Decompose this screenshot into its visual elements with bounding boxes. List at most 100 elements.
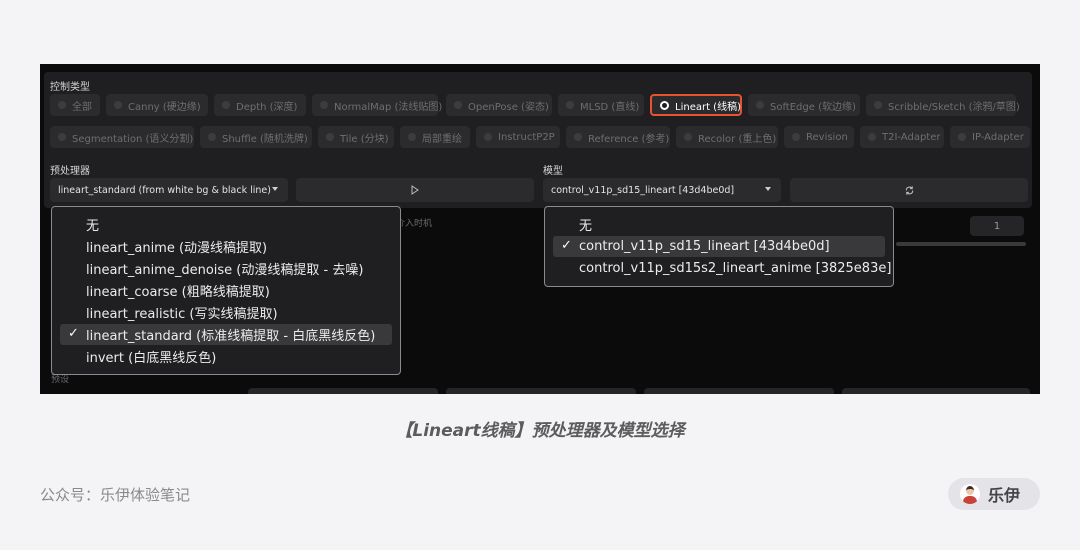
option-label: lineart_coarse (粗略线稿提取) [86,285,270,300]
preset-field[interactable] [248,388,438,394]
preprocessor-value: lineart_standard (from white bg & black … [58,184,271,196]
author-name: 乐伊 [988,486,1021,505]
radio-all[interactable]: 全部 [50,94,100,116]
radio-selected-dot-icon [660,100,669,110]
dropdown-option[interactable]: lineart_anime_denoise (动漫线稿提取 - 去噪) [60,258,392,279]
option-label: lineart_standard (标准线稿提取 - 白底黑线反色) [86,329,376,344]
radio-dot-icon [874,101,882,109]
radio-label: SoftEdge (软边缘) [770,101,856,113]
radio-dot-icon [566,101,574,109]
dropdown-option[interactable]: lineart_anime (动漫线稿提取) [60,236,392,257]
number-input[interactable]: 1 [970,216,1024,236]
radio-dot-icon [484,133,492,141]
run-preprocessor-button[interactable] [296,178,534,202]
radio-tile[interactable]: Tile (分块) [318,126,394,148]
radio-dot-icon [574,133,582,141]
play-triangle-icon [411,185,419,195]
radio-dot-icon [58,133,66,141]
dropdown-option[interactable]: 无 [553,214,885,235]
radio-label: NormalMap (法线贴图) [334,101,443,113]
radio-label: Segmentation (语义分割) [72,133,194,145]
radio-dot-icon [958,133,966,141]
radio-dot-icon [684,133,692,141]
preset-field[interactable] [842,388,1030,394]
preset-field[interactable] [644,388,834,394]
radio-canny[interactable]: Canny (硬边缘) [106,94,208,116]
option-label: invert (白底黑线反色) [86,351,217,366]
controlnet-screenshot: 控制类型 全部 Canny (硬边缘) Depth (深度) NormalMap… [40,64,1040,394]
control-type-label: 控制类型 [50,82,90,93]
radio-revision[interactable]: Revision [784,126,854,148]
dropdown-option[interactable]: invert (白底黑线反色) [60,346,392,367]
model-select[interactable]: control_v11p_sd15_lineart [43d4be0d] [543,178,781,202]
start-step-label: 介入时机 [396,219,433,229]
radio-label: MLSD (直线) [580,101,640,113]
dropdown-option[interactable]: control_v11p_sd15s2_lineart_anime [3825e… [553,258,891,279]
radio-dot-icon [868,133,876,141]
radio-dot-icon [326,133,334,141]
option-label: 无 [86,219,100,234]
radio-label: Tile (分块) [340,133,389,145]
radio-label: Recolor (重上色) [698,133,777,145]
preset-field[interactable] [446,388,636,394]
option-label: control_v11p_sd15_lineart [43d4be0d] [579,239,830,254]
radio-dot-icon [114,101,122,109]
figure-caption: 【Lineart线稿】预处理器及模型选择 [395,421,685,441]
option-label: lineart_anime_denoise (动漫线稿提取 - 去噪) [86,263,364,278]
radio-label: OpenPose (姿态) [468,101,549,113]
radio-label: 全部 [72,101,92,113]
radio-recolor[interactable]: Recolor (重上色) [676,126,778,148]
checkmark-icon: ✓ [68,326,79,341]
radio-label: 局部重绘 [422,133,462,145]
avatar [960,484,980,504]
radio-dot-icon [408,133,416,141]
radio-shuffle[interactable]: Shuffle (随机洗牌) [200,126,312,148]
model-value: control_v11p_sd15_lineart [43d4be0d] [551,184,735,196]
radio-reference[interactable]: Reference (参考) [566,126,670,148]
radio-label: Revision [806,131,848,143]
dropdown-option[interactable]: lineart_coarse (粗略线稿提取) [60,280,392,301]
radio-label: Scribble/Sketch (涂鸦/草图) [888,101,1020,113]
radio-dot-icon [792,133,800,141]
model-label: 模型 [543,166,563,177]
radio-scribble[interactable]: Scribble/Sketch (涂鸦/草图) [866,94,1020,116]
radio-normalmap[interactable]: NormalMap (法线贴图) [312,94,442,116]
radio-label: Depth (深度) [236,101,298,113]
radio-mlsd[interactable]: MLSD (直线) [558,94,644,116]
chevron-down-icon [272,187,278,191]
dropdown-option-selected[interactable]: ✓ lineart_standard (标准线稿提取 - 白底黑线反色) [60,324,392,345]
radio-t2i-adapter[interactable]: T2I-Adapter [860,126,944,148]
controlnet-panel: 控制类型 全部 Canny (硬边缘) Depth (深度) NormalMap… [44,72,1032,208]
radio-dot-icon [58,101,66,109]
dropdown-option[interactable]: lineart_realistic (写实线稿提取) [60,302,392,323]
checkmark-icon: ✓ [561,238,572,253]
radio-label: T2I-Adapter [882,131,941,143]
radio-label: Reference (参考) [588,133,670,145]
refresh-models-button[interactable] [790,178,1028,202]
chevron-down-icon [765,187,771,191]
slider-track[interactable] [896,242,1026,246]
preprocessor-dropdown: 无 lineart_anime (动漫线稿提取) lineart_anime_d… [51,206,401,375]
radio-dot-icon [222,101,230,109]
radio-label: Canny (硬边缘) [128,101,201,113]
radio-dot-icon [208,133,216,141]
preprocessor-label: 预处理器 [50,166,90,177]
radio-dot-icon [756,101,764,109]
radio-ip-adapter[interactable]: IP-Adapter [950,126,1030,148]
radio-instructp2p[interactable]: InstructP2P [476,126,560,148]
radio-depth[interactable]: Depth (深度) [214,94,306,116]
dropdown-option-selected[interactable]: ✓ control_v11p_sd15_lineart [43d4be0d] [553,236,885,257]
option-label: 无 [579,219,593,234]
radio-label: Shuffle (随机洗牌) [222,133,308,145]
preprocessor-select[interactable]: lineart_standard (from white bg & black … [50,178,288,202]
radio-segmentation[interactable]: Segmentation (语义分割) [50,126,194,148]
author-badge[interactable]: 乐伊 [948,478,1040,510]
dropdown-option[interactable]: 无 [60,214,392,235]
option-label: control_v11p_sd15s2_lineart_anime [3825e… [579,261,892,276]
radio-softedge[interactable]: SoftEdge (软边缘) [748,94,860,116]
radio-inpaint[interactable]: 局部重绘 [400,126,470,148]
radio-openpose[interactable]: OpenPose (姿态) [446,94,552,116]
account-text: 公众号：乐伊体验笔记 [40,486,191,504]
radio-dot-icon [454,101,462,109]
radio-lineart[interactable]: Lineart (线稿) [650,94,742,116]
